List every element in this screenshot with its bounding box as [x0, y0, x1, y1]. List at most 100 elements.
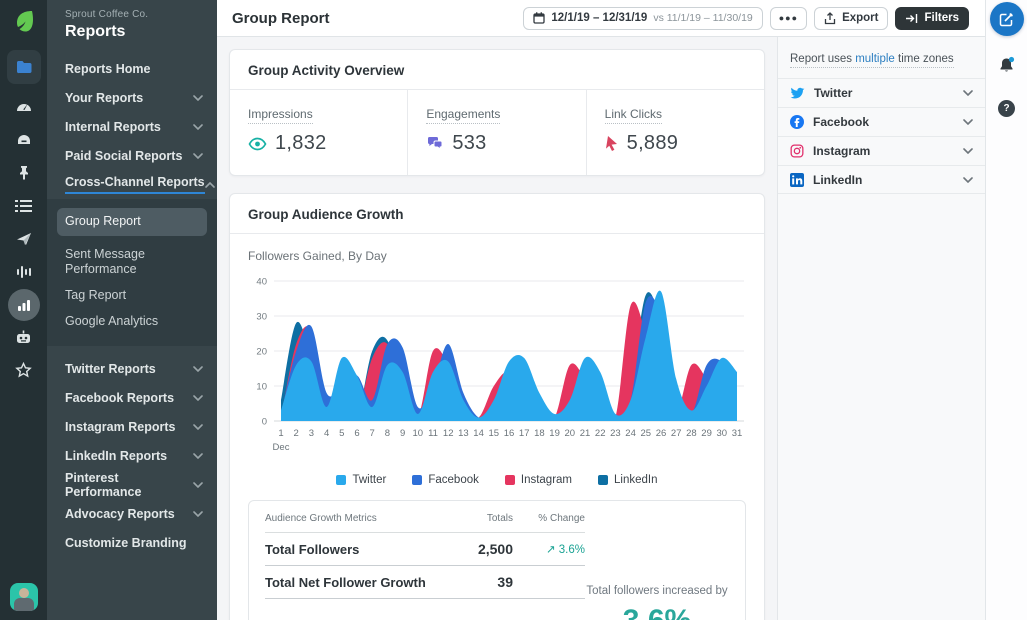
- svg-text:25: 25: [641, 428, 652, 439]
- topbar-actions: 12/1/19 – 12/31/19 vs 11/1/19 – 11/30/19…: [523, 6, 969, 30]
- reports-app-icon[interactable]: [6, 50, 41, 84]
- svg-text:19: 19: [549, 428, 560, 439]
- sidebar-subitem-sent-message-performance[interactable]: Sent Message Performance: [47, 242, 217, 283]
- row-metric: Total Followers: [265, 541, 360, 557]
- metric-label[interactable]: Engagements: [426, 107, 501, 124]
- sidebar-item-internal-reports[interactable]: Internal Reports: [47, 112, 217, 141]
- legend-swatch: [336, 475, 347, 485]
- group-audience-growth-card: Group Audience Growth Followers Gained, …: [229, 193, 765, 620]
- svg-text:0: 0: [262, 417, 267, 428]
- export-button[interactable]: Export: [814, 6, 889, 30]
- metric-label[interactable]: Impressions: [248, 107, 313, 124]
- user-avatar[interactable]: [9, 583, 38, 611]
- sidebar-item-reports-home[interactable]: Reports Home: [47, 54, 217, 83]
- legend-item-linkedin[interactable]: LinkedIn: [598, 474, 658, 486]
- svg-text:40: 40: [256, 277, 267, 288]
- col-change: % Change: [538, 513, 585, 524]
- reports-bar-chart-icon[interactable]: [0, 288, 47, 321]
- sidebar-item-label: Paid Social Reports: [65, 148, 183, 163]
- sidebar-item-paid-social-reports[interactable]: Paid Social Reports: [47, 141, 217, 170]
- growth-card-title: Group Audience Growth: [230, 194, 764, 234]
- app-root: Sprout Coffee Co. Reports Reports Home Yo…: [0, 0, 1027, 620]
- sidebar-item-label: Facebook Reports: [65, 390, 175, 405]
- svg-text:21: 21: [580, 428, 591, 439]
- chevron-down-icon: [963, 119, 973, 125]
- note-suffix: time zones: [894, 53, 954, 65]
- chevron-down-icon: [193, 152, 203, 159]
- metric-value-row: 533: [426, 132, 567, 155]
- more-options-button[interactable]: ●●●: [769, 6, 808, 30]
- list-icon[interactable]: [0, 189, 47, 222]
- sidebar-subitem-tag-report[interactable]: Tag Report: [47, 283, 217, 309]
- metric-label[interactable]: Link Clicks: [604, 107, 663, 124]
- sidebar-item-cross-channel-reports[interactable]: Cross-Channel Reports: [47, 170, 217, 199]
- notifications-bell-icon[interactable]: [997, 56, 1016, 80]
- svg-text:22: 22: [595, 428, 606, 439]
- svg-text:Dec: Dec: [273, 442, 290, 453]
- chevron-down-icon: [193, 510, 203, 517]
- legend-label: LinkedIn: [614, 474, 658, 486]
- sidebar-item-instagram-reports[interactable]: Instagram Reports: [47, 412, 217, 441]
- pin-icon[interactable]: [0, 156, 47, 189]
- svg-text:28: 28: [686, 428, 697, 439]
- channel-row-facebook[interactable]: Facebook: [778, 107, 985, 136]
- channel-row-linkedin[interactable]: LinkedIn: [778, 165, 985, 194]
- metric-engagements: Engagements 533: [407, 90, 585, 175]
- sidebar-subitem-google-analytics[interactable]: Google Analytics: [47, 309, 217, 335]
- sidebar-item-label: Reports Home: [65, 61, 151, 76]
- metric-value: 533: [452, 132, 487, 154]
- chart-subtitle: Followers Gained, By Day: [248, 249, 387, 263]
- channel-row-instagram[interactable]: Instagram: [778, 136, 985, 165]
- chevron-down-icon: [193, 365, 203, 372]
- star-icon[interactable]: [0, 354, 47, 387]
- table-row-total-net-follower-growth: Total Net Follower Growth 39: [265, 566, 585, 599]
- publish-paper-plane-icon[interactable]: [0, 222, 47, 255]
- utility-rail: ?: [985, 0, 1027, 620]
- sidebar-subitem-group-report[interactable]: Group Report: [57, 208, 207, 236]
- company-name: Sprout Coffee Co.: [65, 9, 149, 20]
- sidebar-item-label: Twitter Reports: [65, 361, 156, 376]
- legend-label: Instagram: [520, 474, 573, 486]
- listening-equalizer-icon[interactable]: [0, 255, 47, 288]
- sidebar-item-label: Internal Reports: [65, 119, 161, 134]
- svg-text:16: 16: [504, 428, 515, 439]
- growth-summary: Total followers increased by 3.6%: [585, 513, 729, 620]
- sidebar-item-pinterest-performance[interactable]: Pinterest Performance: [47, 470, 217, 499]
- svg-text:27: 27: [671, 428, 682, 439]
- chevron-down-icon: [963, 148, 973, 154]
- help-icon[interactable]: ?: [998, 100, 1015, 117]
- chevron-down-icon: [193, 423, 203, 430]
- sidebar-item-twitter-reports[interactable]: Twitter Reports: [47, 354, 217, 383]
- svg-text:3: 3: [309, 428, 314, 439]
- channel-filter-sidebar: Report uses multiple time zones Twitter F…: [777, 37, 985, 620]
- sidebar-item-facebook-reports[interactable]: Facebook Reports: [47, 383, 217, 412]
- compose-button[interactable]: [989, 2, 1024, 36]
- legend-item-twitter[interactable]: Twitter: [336, 474, 386, 486]
- dashboard-gauge-icon[interactable]: [0, 90, 47, 123]
- metric-link-clicks: Link Clicks 5,889: [585, 90, 764, 175]
- sidebar-item-your-reports[interactable]: Your Reports: [47, 83, 217, 112]
- filters-button[interactable]: Filters: [895, 6, 969, 30]
- svg-text:5: 5: [339, 428, 344, 439]
- sidebar-item-linkedin-reports[interactable]: LinkedIn Reports: [47, 441, 217, 470]
- channel-label: Instagram: [813, 144, 871, 158]
- svg-text:20: 20: [565, 428, 576, 439]
- sidebar-title: Reports: [65, 23, 126, 40]
- metric-impressions: Impressions 1,832: [230, 90, 407, 175]
- sidebar-item-advocacy-reports[interactable]: Advocacy Reports: [47, 499, 217, 528]
- date-range-button[interactable]: 12/1/19 – 12/31/19 vs 11/1/19 – 11/30/19: [523, 6, 763, 30]
- metric-value: 1,832: [275, 132, 327, 154]
- multiple-timezones-link[interactable]: multiple: [855, 53, 895, 65]
- row-total: 39: [497, 574, 513, 590]
- legend-item-facebook[interactable]: Facebook: [412, 474, 479, 486]
- chat-bubbles-icon: [426, 136, 444, 151]
- channel-row-twitter[interactable]: Twitter: [778, 78, 985, 107]
- svg-text:14: 14: [473, 428, 484, 439]
- sidebar-item-label: Instagram Reports: [65, 419, 176, 434]
- bot-icon[interactable]: [0, 321, 47, 354]
- date-compare-value: vs 11/1/19 – 11/30/19: [653, 12, 753, 24]
- inbox-icon[interactable]: [0, 123, 47, 156]
- sidebar-item-customize-branding[interactable]: Customize Branding: [47, 528, 217, 557]
- svg-text:23: 23: [610, 428, 621, 439]
- legend-item-instagram[interactable]: Instagram: [504, 474, 573, 486]
